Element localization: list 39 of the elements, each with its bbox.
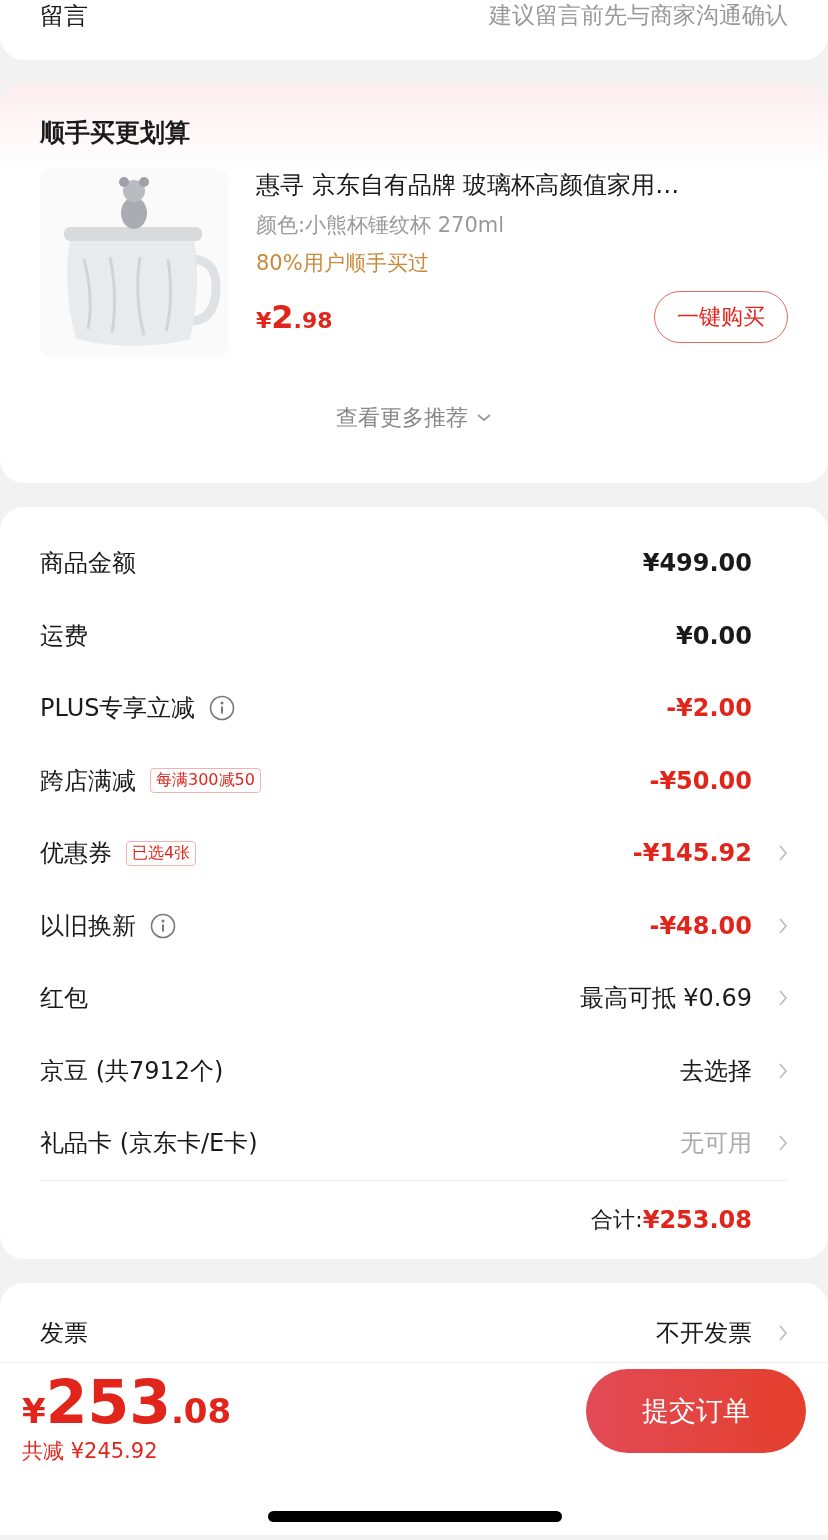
row-value[interactable]: -¥145.92 <box>632 839 752 868</box>
row-value[interactable]: 去选择 <box>680 1054 752 1087</box>
row-label: 以旧换新 <box>40 910 136 942</box>
total-amount: ¥253.08 <box>642 1205 752 1234</box>
note-field[interactable]: 建议留言前先与商家沟通确认 <box>489 0 788 31</box>
chevron-right-icon <box>778 1323 788 1342</box>
row-label: 礼品卡 (京东卡/E卡) <box>40 1128 258 1160</box>
buy-now-button[interactable]: 一键购买 <box>654 291 788 343</box>
row-value: -¥2.00 <box>666 694 752 723</box>
section-title: 顺手买更划算 <box>40 117 191 149</box>
row-value: ¥499.00 <box>642 549 752 578</box>
row-label: 京豆 (共7912个) <box>40 1055 224 1087</box>
purchase-stat: 80%用户顺手买过 <box>256 250 430 277</box>
row-value[interactable]: 最高可抵 ¥0.69 <box>579 982 752 1015</box>
promo-tag: 已选4张 <box>126 840 197 866</box>
more-recommendations-link[interactable]: 查看更多推荐 <box>336 403 468 433</box>
row-label: PLUS专享立减 <box>40 693 196 725</box>
invoice-label: 发票 <box>40 1317 88 1349</box>
row-label: 商品金额 <box>40 548 136 580</box>
total-label: 合计: <box>591 1205 643 1234</box>
product-name[interactable]: 惠寻 京东自有品牌 玻璃杯高颜值家用… <box>256 169 788 201</box>
row-label: 运费 <box>40 620 88 652</box>
row-value: -¥50.00 <box>649 766 752 795</box>
promo-tag: 每满300减50 <box>150 768 261 794</box>
info-icon[interactable] <box>150 912 176 939</box>
saved-amount: 共减 ¥245.92 <box>22 1438 159 1465</box>
info-icon[interactable] <box>209 695 236 722</box>
payable-amount: ¥253.08 <box>22 1367 232 1437</box>
chevron-down-icon <box>476 413 492 423</box>
note-label: 留言 <box>40 1 88 32</box>
row-value[interactable]: -¥48.00 <box>649 911 752 940</box>
row-value: ¥0.00 <box>676 621 752 650</box>
row-label: 优惠券 <box>40 838 112 870</box>
invoice-value[interactable]: 不开发票 <box>656 1316 752 1349</box>
submit-order-button[interactable]: 提交订单 <box>586 1369 806 1453</box>
row-label: 跨店满减 <box>40 765 136 797</box>
row-label: 红包 <box>40 983 88 1015</box>
product-price: ¥2.98 <box>256 298 333 336</box>
product-spec: 颜色:小熊杯锤纹杯 270ml <box>256 212 506 239</box>
